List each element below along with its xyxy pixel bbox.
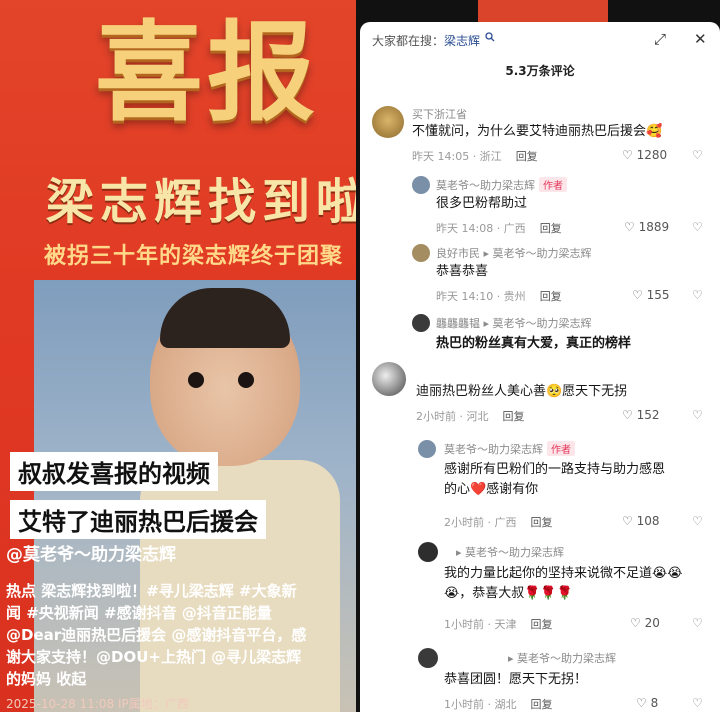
reply-button[interactable]: 回复 xyxy=(531,618,553,631)
dislike-icon[interactable]: ♡ xyxy=(692,696,703,710)
comment-time: 2小时前 · 河北 xyxy=(416,410,489,423)
like-button[interactable]: ♡ 20 xyxy=(630,616,660,630)
comment-time: 1小时前 · 湖北 xyxy=(444,698,517,711)
thumbnail-preview xyxy=(478,0,608,22)
reply-button[interactable]: 回复 xyxy=(516,150,538,163)
comment-meta: 2小时前 · 河北 回复 xyxy=(416,408,525,424)
like-count: 1280 xyxy=(636,148,668,162)
commenter-name[interactable]: ▸ 莫老爷～助力梁志辉 xyxy=(508,650,616,666)
comments-panel: 大家都在搜：梁志辉 ⤢ ✕ 5.3万条评论 买下浙江省 不懂就问，为什么要艾特迪… xyxy=(360,22,720,712)
search-prefix: 大家都在搜： xyxy=(372,34,445,48)
poster-headline: 梁志辉找到啦 xyxy=(46,174,356,230)
comment-meta: 2小时前 · 广西 回复 xyxy=(444,514,553,530)
avatar[interactable] xyxy=(372,106,404,138)
close-icon[interactable]: ✕ xyxy=(694,30,707,48)
comment-time: 昨天 14:10 · 贵州 xyxy=(436,290,526,303)
like-count: 155 xyxy=(646,288,670,302)
dislike-icon[interactable]: ♡ xyxy=(692,616,703,630)
video-meta: 2025-10-28 11:08 IP属地：广西 xyxy=(6,697,189,711)
avatar[interactable] xyxy=(418,440,436,458)
comment-time: 1小时前 · 天津 xyxy=(444,618,517,631)
author-badge: 作者 xyxy=(547,441,575,456)
like-button[interactable]: ♡ 1889 xyxy=(624,220,669,234)
comment-meta: 昨天 14:10 · 贵州 回复 xyxy=(436,288,562,304)
avatar[interactable] xyxy=(412,176,430,194)
reply-button[interactable]: 回复 xyxy=(531,516,553,529)
poster-subtitle: 被拐三十年的梁志辉终于团聚 xyxy=(44,244,344,269)
dislike-icon[interactable]: ♡ xyxy=(692,148,703,162)
avatar[interactable] xyxy=(412,244,430,262)
like-button[interactable]: ♡ 1280 xyxy=(622,148,667,162)
commenter-name[interactable]: 买下浙江省 xyxy=(412,106,467,122)
reply-button[interactable]: 回复 xyxy=(503,410,525,423)
commenter-name[interactable]: 龘龘龘韫 ▸ 莫老爷～助力梁志辉 xyxy=(436,315,592,331)
dislike-icon[interactable]: ♡ xyxy=(692,288,703,302)
dislike-icon[interactable]: ♡ xyxy=(692,408,703,422)
video-frame[interactable]: 喜报 梁志辉找到啦 被拐三十年的梁志辉终于团聚 叔叔发喜报的视频 艾特了迪丽热巴… xyxy=(0,0,356,712)
search-suggestion[interactable]: 大家都在搜：梁志辉 xyxy=(372,32,495,49)
child-eye-left xyxy=(188,372,204,388)
commenter-name[interactable]: 莫老爷～助力梁志辉 作者 xyxy=(436,177,567,193)
comment-text: 恭喜团圆！愿天下无拐！ xyxy=(444,672,588,687)
comment-time: 昨天 14:08 · 广西 xyxy=(436,222,526,235)
comment-meta: 1小时前 · 湖北 回复 xyxy=(444,696,553,712)
avatar[interactable] xyxy=(418,648,438,668)
desc-line: 谢大家支持！@DOU+上热门 @寻儿梁志辉 xyxy=(6,648,302,666)
desc-line: @Dear迪丽热巴后援会 @感谢抖音平台，感 xyxy=(6,626,307,644)
poster-title: 喜报 xyxy=(95,11,320,136)
like-button[interactable]: ♡ 152 xyxy=(622,408,659,422)
reply-button[interactable]: 回复 xyxy=(540,290,562,303)
comment-meta: 昨天 14:08 · 广西 回复 xyxy=(436,220,562,236)
reply-button[interactable]: 回复 xyxy=(531,698,553,711)
like-button[interactable]: ♡ 8 xyxy=(636,696,658,710)
comment-time: 2小时前 · 广西 xyxy=(444,516,517,529)
commenter-name-text[interactable]: 莫老爷～助力梁志辉 xyxy=(436,179,535,192)
dislike-icon[interactable]: ♡ xyxy=(692,220,703,234)
like-button[interactable]: ♡ 108 xyxy=(622,514,659,528)
reply-button[interactable]: 回复 xyxy=(540,222,562,235)
like-count: 152 xyxy=(636,408,660,422)
comment-meta: 昨天 14:05 · 浙江 回复 xyxy=(412,148,538,164)
comment-text: 恭喜恭喜 xyxy=(436,264,489,279)
video-author[interactable]: @莫老爷～助力梁志辉 xyxy=(6,540,176,565)
child-eye-right xyxy=(238,372,254,388)
top-strip xyxy=(356,0,720,22)
comment-text: 很多巴粉帮助过 xyxy=(436,196,528,211)
comment-count: 5.3万条评论 xyxy=(505,64,575,78)
comment-text: 不懂就问，为什么要艾特迪丽热巴后援会🥰 xyxy=(412,124,663,139)
like-count: 8 xyxy=(650,696,659,710)
author-badge: 作者 xyxy=(539,177,567,192)
commenter-name[interactable]: 莫老爷～助力梁志辉 作者 xyxy=(444,441,575,457)
comment-meta: 1小时前 · 天津 回复 xyxy=(444,616,553,632)
commenter-name[interactable]: 良好市民 ▸ 莫老爷～助力梁志辉 xyxy=(436,245,592,261)
avatar[interactable] xyxy=(418,542,438,562)
avatar[interactable] xyxy=(412,314,430,332)
like-count: 108 xyxy=(636,514,660,528)
comment-time: 昨天 14:05 · 浙江 xyxy=(412,150,502,163)
commenter-name-text[interactable]: 莫老爷～助力梁志辉 xyxy=(444,443,543,456)
comment-text: 热巴的粉丝真有大爱，真正的榜样 xyxy=(436,336,632,351)
dislike-icon[interactable]: ♡ xyxy=(692,514,703,528)
like-count: 1889 xyxy=(638,220,670,234)
caption-1: 叔叔发喜报的视频 xyxy=(10,452,218,491)
desc-line: 闻 #央视新闻 #感谢抖音 @抖音正能量 xyxy=(6,604,272,622)
comment-text: 感谢所有巴粉们的一路支持与助力感恩的心❤️感谢有你 xyxy=(444,462,666,497)
like-button[interactable]: ♡ 155 xyxy=(632,288,669,302)
caption-2: 艾特了迪丽热巴后援会 xyxy=(10,500,266,539)
avatar[interactable] xyxy=(372,362,406,396)
like-count: 20 xyxy=(644,616,660,630)
comment-text: 迪丽热巴粉丝人美心善🥺愿天下无拐 xyxy=(416,384,628,399)
expand-icon[interactable]: ⤢ xyxy=(654,30,666,48)
desc-line: 热点 梁志辉找到啦！#寻儿梁志辉 #大象新 xyxy=(6,582,297,600)
comment-text: 我的力量比起你的坚持来说微不足道😭😭😭，恭喜大叔🌹🌹🌹 xyxy=(444,566,683,601)
search-icon[interactable] xyxy=(485,32,495,42)
commenter-name[interactable]: ▸ 莫老爷～助力梁志辉 xyxy=(456,544,564,560)
search-query[interactable]: 梁志辉 xyxy=(444,34,480,48)
desc-line[interactable]: 的妈妈 收起 xyxy=(6,668,356,690)
video-description: 热点 梁志辉找到啦！#寻儿梁志辉 #大象新 闻 #央视新闻 #感谢抖音 @抖音正… xyxy=(6,580,356,690)
